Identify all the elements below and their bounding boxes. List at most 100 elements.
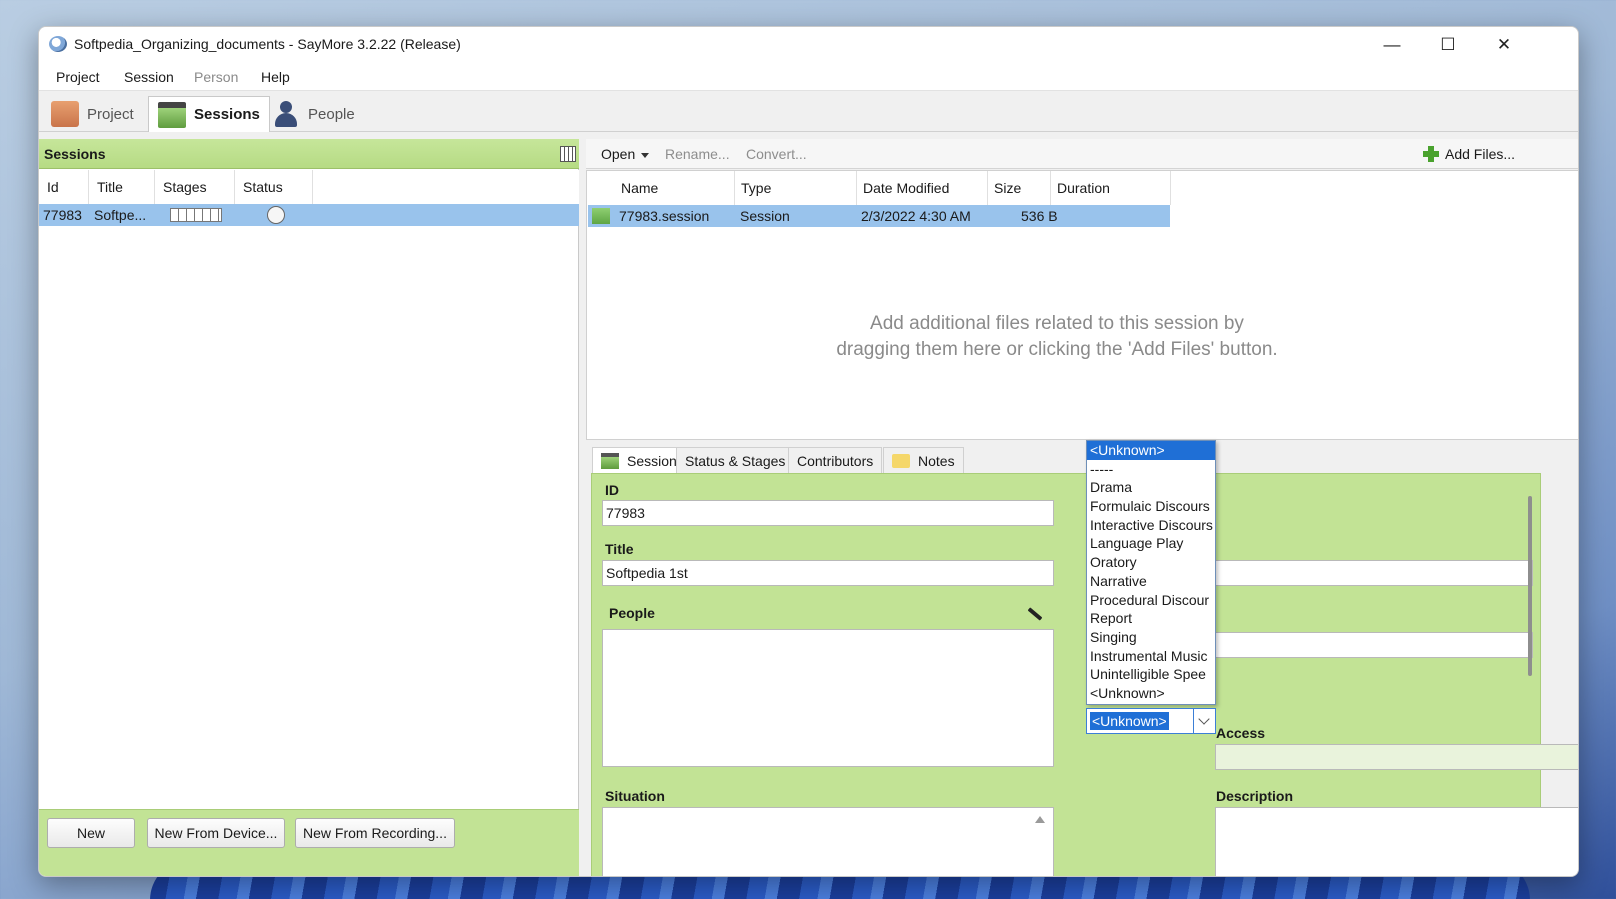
column-header-date-modified[interactable]: Date Modified bbox=[857, 171, 988, 205]
genre-option[interactable]: Instrumental Music bbox=[1087, 647, 1215, 666]
new-session-button[interactable]: New bbox=[47, 818, 135, 848]
session-id-cell: 77983 bbox=[43, 207, 82, 223]
scroll-up-icon[interactable] bbox=[1035, 816, 1045, 823]
session-form: ID Title People Access Situation Descrip… bbox=[591, 473, 1578, 876]
genre-option[interactable]: Formulaic Discours bbox=[1087, 497, 1215, 516]
column-header-name[interactable]: Name bbox=[615, 171, 735, 205]
id-label: ID bbox=[605, 482, 619, 498]
description-label: Description bbox=[1216, 788, 1294, 804]
table-row[interactable]: 77983.session Session 2/3/2022 4:30 AM 5… bbox=[588, 205, 1170, 227]
genre-option[interactable]: Language Play bbox=[1087, 534, 1215, 553]
genre-option[interactable]: Interactive Discours bbox=[1087, 516, 1215, 535]
menu-help[interactable]: Help bbox=[261, 69, 290, 85]
edit-pencil-icon[interactable] bbox=[1027, 607, 1043, 621]
tab-status-stages[interactable]: Status & Stages bbox=[676, 447, 795, 474]
genre-option[interactable]: <Unknown> bbox=[1087, 441, 1215, 460]
column-header-title[interactable]: Title bbox=[89, 170, 155, 204]
chevron-down-icon bbox=[1198, 713, 1210, 725]
menu-session[interactable]: Session bbox=[124, 69, 174, 85]
file-size-cell: 536 B bbox=[1021, 208, 1058, 224]
column-header-id[interactable]: Id bbox=[39, 170, 89, 204]
window-title: Softpedia_Organizing_documents - SayMore… bbox=[74, 36, 461, 52]
column-header-status[interactable]: Status bbox=[235, 170, 313, 204]
tab-session[interactable]: Session bbox=[592, 447, 686, 474]
file-toolbar: Open Rename... Convert... Add Files... bbox=[586, 139, 1578, 169]
sessions-footer: New New From Device... New From Recordin… bbox=[39, 809, 579, 876]
column-header-stages[interactable]: Stages bbox=[155, 170, 235, 204]
caret-down-icon bbox=[641, 152, 650, 158]
add-files-button[interactable]: Add Files... bbox=[1423, 146, 1515, 162]
genre-option[interactable]: <Unknown> bbox=[1087, 684, 1215, 703]
genre-combobox[interactable]: <Unknown> bbox=[1086, 708, 1216, 734]
genre-option[interactable]: Narrative bbox=[1087, 572, 1215, 591]
tab-sessions[interactable]: Sessions bbox=[148, 96, 270, 132]
column-header-duration[interactable]: Duration bbox=[1051, 171, 1171, 205]
title-input[interactable] bbox=[602, 560, 1054, 586]
genre-selected-value: <Unknown> bbox=[1090, 712, 1169, 730]
clapperboard-icon bbox=[158, 101, 186, 128]
detail-tab-bar: Session Status & Stages Contributors Not… bbox=[586, 444, 1578, 474]
rename-button[interactable]: Rename... bbox=[665, 146, 730, 162]
form-scrollbar[interactable] bbox=[1528, 496, 1532, 676]
sessions-grid-header: Id Title Stages Status bbox=[39, 170, 579, 204]
file-list-area[interactable]: Name Type Date Modified Size Duration 77… bbox=[586, 170, 1578, 440]
session-file-icon bbox=[592, 208, 610, 224]
menu-bar: Project Session Person Help bbox=[39, 63, 1578, 91]
convert-button[interactable]: Convert... bbox=[746, 146, 807, 162]
setting-input[interactable] bbox=[1215, 632, 1533, 658]
file-date-cell: 2/3/2022 4:30 AM bbox=[861, 208, 971, 224]
softpedia-watermark: SOFTPEDIA bbox=[1394, 830, 1538, 855]
situation-label: Situation bbox=[605, 788, 665, 804]
title-bar: Softpedia_Organizing_documents - SayMore… bbox=[39, 27, 1578, 63]
saymore-app-icon bbox=[49, 36, 67, 52]
access-select[interactable] bbox=[1215, 744, 1578, 770]
menu-project[interactable]: Project bbox=[56, 69, 100, 85]
sessions-pane-title: Sessions bbox=[44, 146, 106, 162]
genre-dropdown-list[interactable]: <Unknown> ----- Drama Formulaic Discours… bbox=[1086, 440, 1216, 705]
status-circle-icon bbox=[267, 206, 285, 224]
clapperboard-icon bbox=[601, 453, 619, 469]
new-from-device-button[interactable]: New From Device... bbox=[147, 818, 285, 848]
genre-dropdown-button[interactable] bbox=[1193, 709, 1215, 733]
app-window: Softpedia_Organizing_documents - SayMore… bbox=[38, 26, 1579, 877]
genre-option[interactable]: Drama bbox=[1087, 478, 1215, 497]
folder-icon bbox=[51, 101, 79, 127]
title-label: Title bbox=[605, 541, 634, 557]
session-title-cell: Softpe... bbox=[94, 207, 147, 223]
table-row[interactable]: 77983 Softpe... bbox=[39, 204, 579, 226]
genre-option[interactable]: ----- bbox=[1087, 460, 1215, 479]
tab-notes[interactable]: Notes bbox=[883, 447, 964, 474]
close-button[interactable]: ✕ bbox=[1476, 27, 1532, 63]
date-input[interactable] bbox=[1215, 560, 1533, 586]
add-plus-icon bbox=[1423, 146, 1439, 162]
tab-project[interactable]: Project bbox=[42, 96, 143, 132]
tab-people[interactable]: People bbox=[263, 96, 364, 132]
genre-option[interactable]: Report bbox=[1087, 609, 1215, 628]
genre-option[interactable]: Unintelligible Spee bbox=[1087, 665, 1215, 684]
genre-option[interactable]: Oratory bbox=[1087, 553, 1215, 572]
minimize-button[interactable]: — bbox=[1364, 27, 1420, 63]
id-input[interactable] bbox=[602, 500, 1054, 526]
sessions-pane: Sessions Id Title Stages Status 77983 So… bbox=[39, 139, 579, 876]
tab-contributors[interactable]: Contributors bbox=[788, 447, 883, 474]
drop-hint: Add additional files related to this ses… bbox=[836, 313, 1278, 360]
session-details-pane: Open Rename... Convert... Add Files... N… bbox=[586, 139, 1578, 876]
file-name-cell: 77983.session bbox=[619, 208, 710, 224]
genre-option[interactable]: Procedural Discour bbox=[1087, 591, 1215, 610]
situation-textarea[interactable] bbox=[602, 807, 1054, 876]
main-tab-bar: Project Sessions People bbox=[39, 92, 1578, 132]
column-header-size[interactable]: Size bbox=[988, 171, 1051, 205]
menu-person[interactable]: Person bbox=[194, 69, 238, 85]
people-box[interactable] bbox=[602, 629, 1054, 767]
maximize-button[interactable]: ☐ bbox=[1420, 27, 1476, 63]
column-header-type[interactable]: Type bbox=[735, 171, 857, 205]
column-chooser-icon[interactable] bbox=[560, 146, 576, 162]
access-label: Access bbox=[1216, 725, 1266, 741]
people-label: People bbox=[609, 605, 655, 621]
notes-folder-icon bbox=[892, 454, 910, 468]
stages-progress-icon bbox=[170, 208, 222, 222]
open-menu-button[interactable]: Open bbox=[601, 146, 650, 162]
genre-option[interactable]: Singing bbox=[1087, 628, 1215, 647]
new-from-recording-button[interactable]: New From Recording... bbox=[295, 818, 455, 848]
person-icon bbox=[272, 101, 300, 127]
